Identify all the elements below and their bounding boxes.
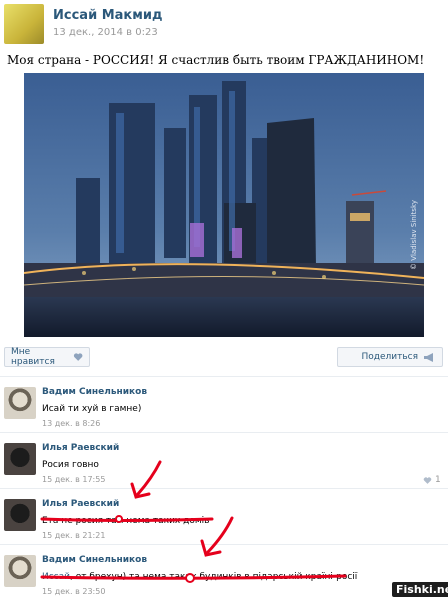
share-button[interactable]: Поделиться	[337, 347, 443, 367]
post-photo[interactable]	[24, 73, 424, 337]
comment-text: Ета не росия там нема таких домів	[42, 516, 210, 526]
like-label: Мне нравится	[11, 347, 55, 367]
avatar[interactable]	[4, 443, 36, 475]
comment: Илья Раевский Ета не росия там нема таки…	[0, 488, 448, 545]
comment-text: Исай ти хуй в гамне)	[42, 404, 142, 414]
post-date[interactable]: 13 дек., 2014 в 0:23	[53, 27, 158, 38]
like-button[interactable]: Мне нравится	[4, 347, 90, 367]
heart-small-icon	[423, 476, 432, 484]
comment-like-count: 1	[435, 475, 441, 485]
watermark: Fishki.net	[392, 582, 448, 597]
photo-credit: © Vladislav Sinitsky	[410, 200, 418, 270]
comment-author[interactable]: Вадим Синельников	[42, 555, 147, 565]
comment: Илья Раевский Росия говно 15 дек. в 17:5…	[0, 432, 448, 489]
megaphone-icon	[424, 352, 433, 362]
author-avatar[interactable]	[4, 4, 44, 44]
comment-author[interactable]: Илья Раевский	[42, 499, 119, 509]
comment-like-button[interactable]: 1	[423, 475, 441, 485]
avatar[interactable]	[4, 499, 36, 531]
comment: Вадим Синельников Иссай, от брехун) та н…	[0, 544, 448, 601]
heart-icon	[73, 353, 83, 361]
avatar[interactable]	[4, 387, 36, 419]
avatar[interactable]	[4, 555, 36, 587]
post-header: Иссай Макмид 13 дек., 2014 в 0:23	[0, 0, 448, 50]
comment-text-rest: , от брехун) та нема таких будинків в пі…	[70, 572, 358, 582]
comment-author[interactable]: Илья Раевский	[42, 443, 119, 453]
comment-text: Иссай, от брехун) та нема таких будинків…	[42, 572, 357, 582]
comment-text: Росия говно	[42, 460, 99, 470]
post-text: Моя страна - РОССИЯ! Я счастлив быть тво…	[7, 53, 425, 67]
comment: Вадим Синельников Исай ти хуй в гамне) 1…	[0, 376, 448, 433]
share-label: Поделиться	[361, 352, 418, 362]
comment-date[interactable]: 15 дек. в 23:50	[42, 587, 105, 596]
comment-mention-link[interactable]: Иссай	[42, 572, 70, 582]
comment-date[interactable]: 13 дек. в 8:26	[42, 419, 100, 428]
author-name[interactable]: Иссай Макмид	[53, 8, 162, 23]
comment-date[interactable]: 15 дек. в 21:21	[42, 531, 105, 540]
comment-date[interactable]: 15 дек. в 17:55	[42, 475, 105, 484]
comment-author[interactable]: Вадим Синельников	[42, 387, 147, 397]
